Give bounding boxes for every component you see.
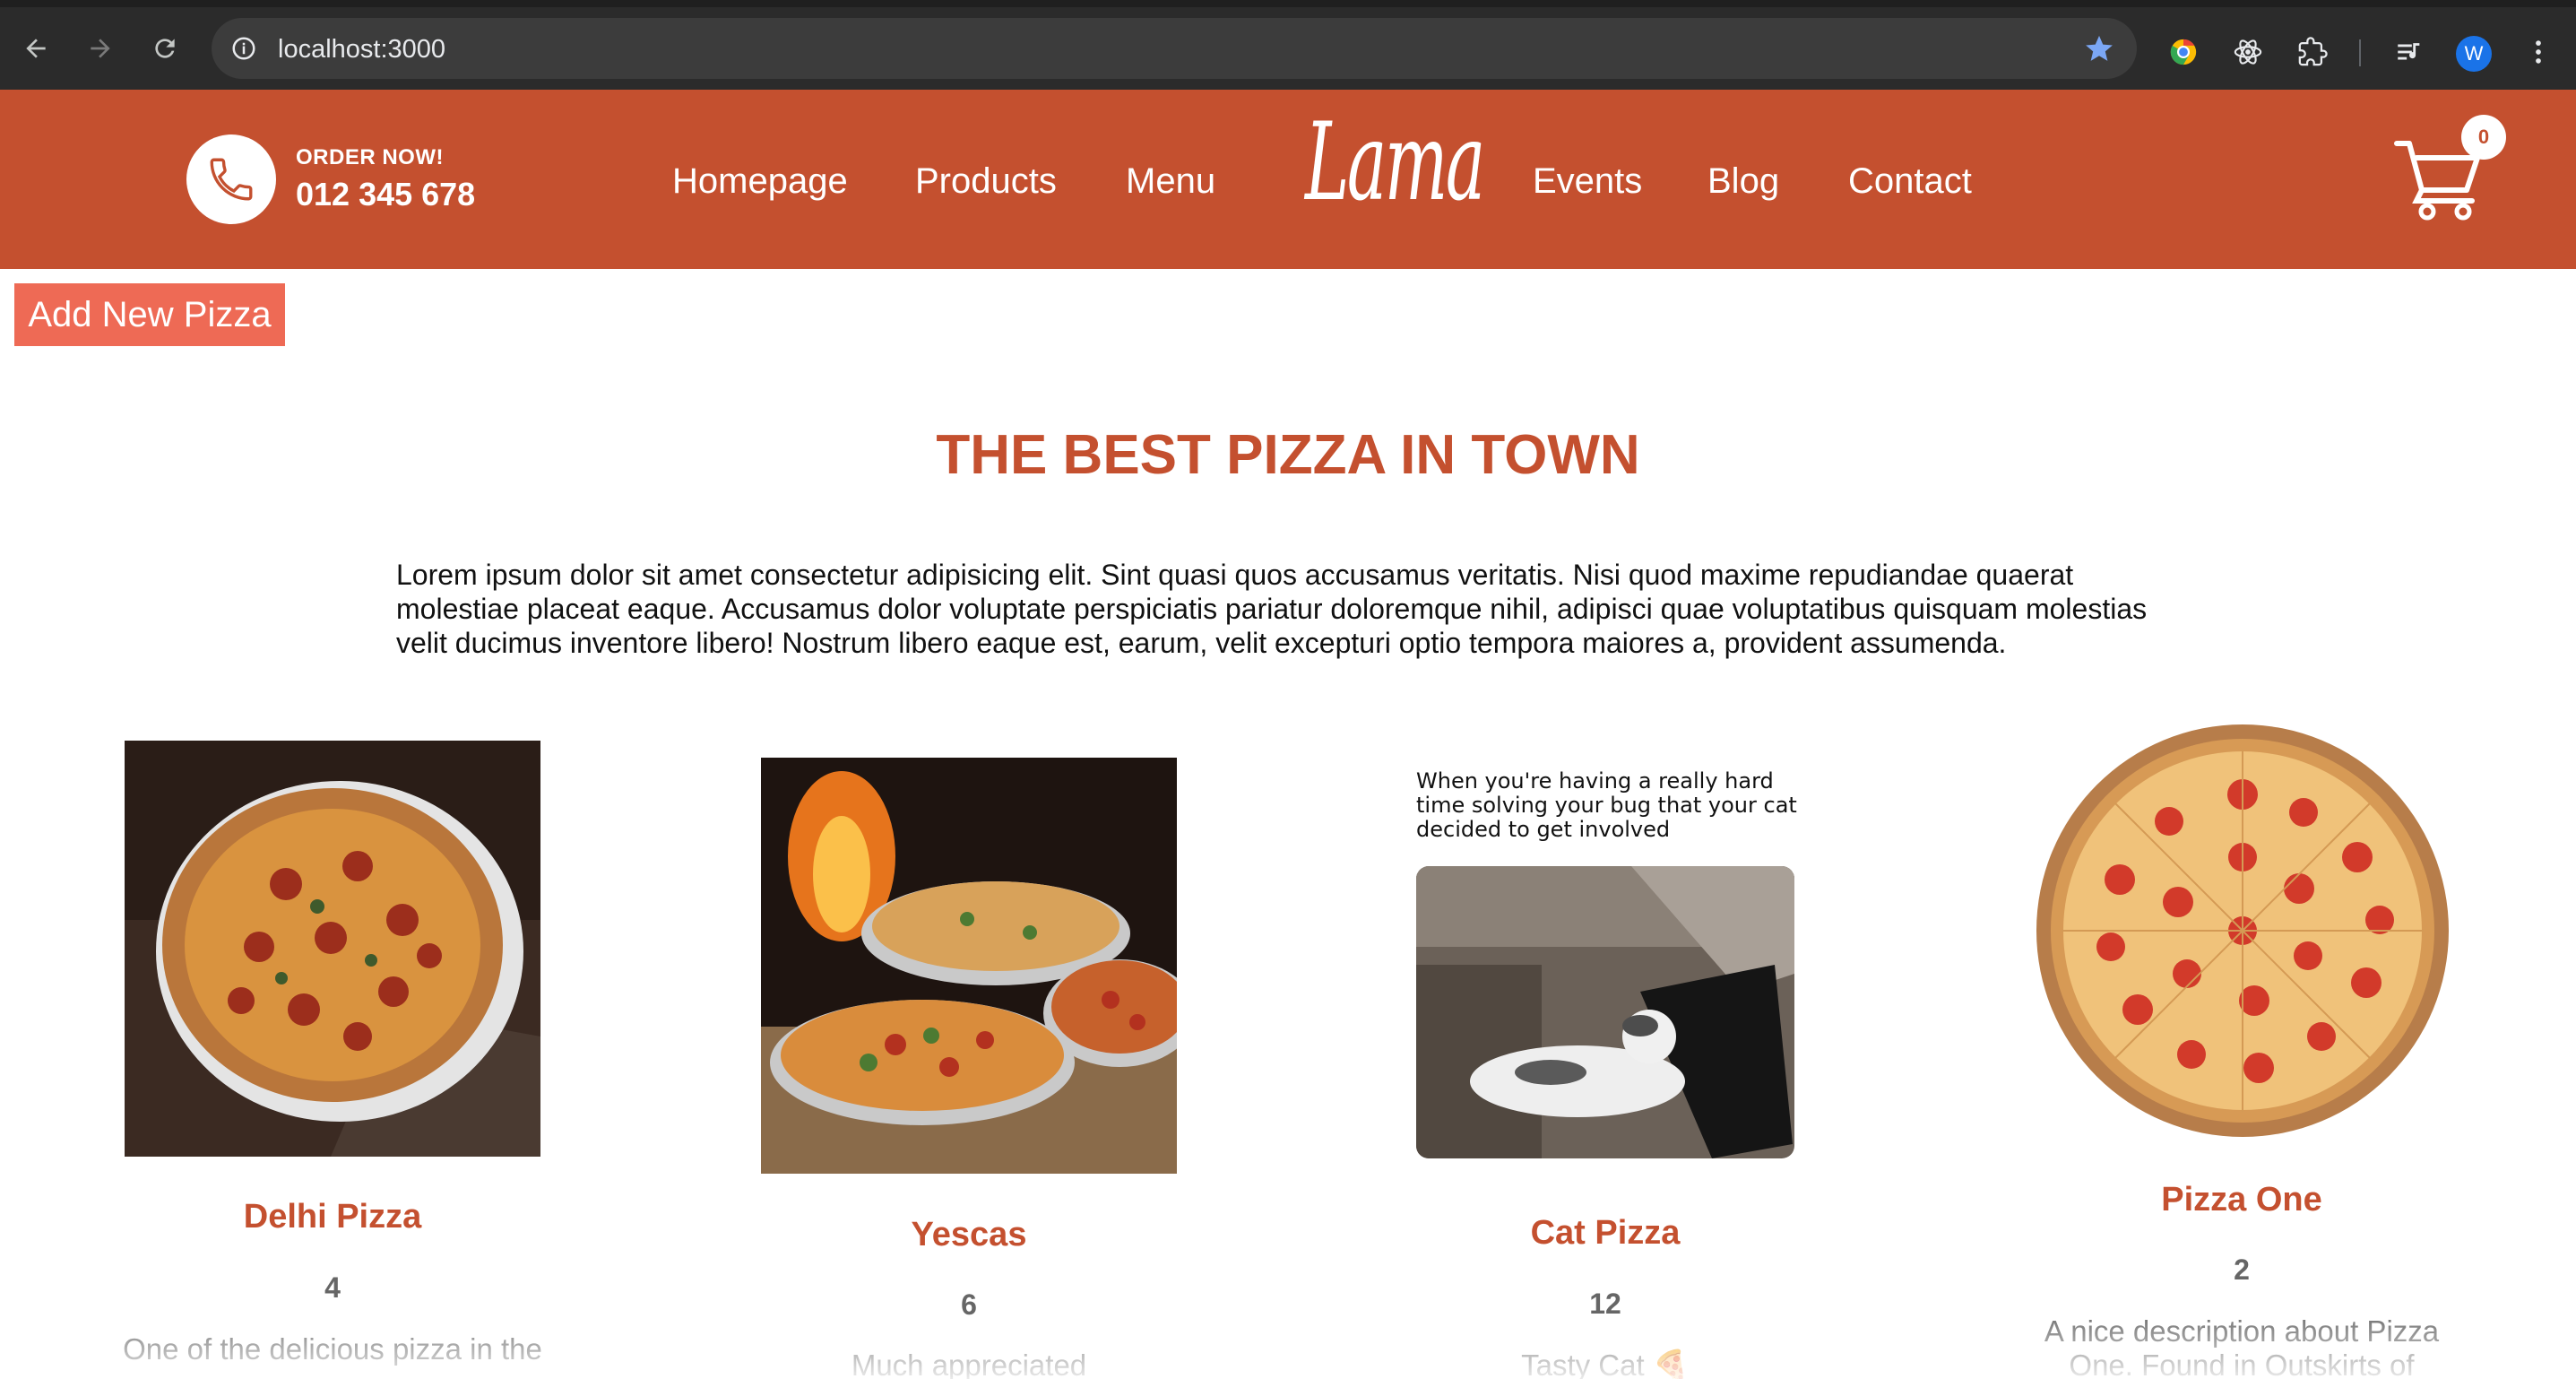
order-phone-number: 012 345 678	[296, 176, 476, 212]
browser-top-strip	[0, 0, 2576, 7]
site-logo[interactable]: Lama	[1305, 99, 1485, 228]
url-text: localhost:3000	[278, 35, 446, 64]
reload-icon	[155, 39, 175, 58]
nav-menu[interactable]: Menu	[1126, 161, 1215, 202]
back-button[interactable]	[14, 27, 57, 70]
forward-button[interactable]	[79, 27, 122, 70]
address-bar[interactable]: localhost:3000	[212, 18, 2137, 79]
toolbar-separator	[2359, 39, 2361, 66]
browser-toolbar: localhost:3000 W	[0, 7, 2576, 90]
nav-homepage[interactable]: Homepage	[672, 161, 848, 202]
cat-pizza-image[interactable]	[1416, 866, 1794, 1158]
arrow-left-icon	[26, 39, 46, 58]
add-new-pizza-button[interactable]: Add New Pizza	[14, 283, 285, 346]
product-price: 12	[1589, 1288, 1621, 1320]
pizza-one-image[interactable]	[2035, 723, 2451, 1139]
media-controls-icon[interactable]	[2391, 34, 2427, 70]
product-description: Tasty Cat 🍕	[1521, 1349, 1690, 1379]
bookmark-star-icon[interactable]	[2081, 30, 2117, 66]
nav-products[interactable]: Products	[915, 161, 1057, 202]
chrome-extension-icon[interactable]	[2165, 34, 2201, 70]
react-devtools-icon[interactable]	[2230, 34, 2266, 70]
profile-avatar[interactable]: W	[2456, 36, 2492, 72]
browser-menu-icon[interactable]	[2520, 34, 2556, 70]
nav-contact[interactable]: Contact	[1848, 161, 1972, 202]
site-header: ORDER NOW! 012 345 678 Homepage Products…	[0, 90, 2576, 269]
product-description: Much appreciated	[851, 1349, 1087, 1379]
arrow-right-icon	[91, 39, 110, 58]
nav-events[interactable]: Events	[1533, 161, 1642, 202]
product-name[interactable]: Delhi Pizza	[64, 1198, 601, 1236]
product-price: 6	[961, 1288, 977, 1321]
product-name[interactable]: Yescas	[700, 1216, 1238, 1254]
delhi-pizza-image[interactable]	[125, 741, 540, 1157]
site-info-icon[interactable]	[226, 30, 262, 66]
product-price: 2	[2234, 1253, 2250, 1286]
phone-icon	[210, 158, 253, 201]
product-name[interactable]: Pizza One	[1973, 1181, 2511, 1219]
extensions-puzzle-icon[interactable]	[2295, 34, 2330, 70]
cart-count-badge: 0	[2461, 115, 2506, 160]
reload-button[interactable]	[143, 27, 186, 70]
order-now-label: ORDER NOW!	[296, 145, 444, 169]
yescas-pizza-image[interactable]	[761, 758, 1177, 1174]
page-title: THE BEST PIZZA IN TOWN	[936, 424, 1640, 486]
product-description: One of the delicious pizza in the	[123, 1332, 542, 1366]
phone-button[interactable]	[186, 134, 276, 224]
nav-blog[interactable]: Blog	[1707, 161, 1779, 202]
product-price: 4	[324, 1271, 341, 1304]
product-name[interactable]: Cat Pizza	[1336, 1214, 1874, 1253]
page-description: Lorem ipsum dolor sit amet consectetur a…	[396, 559, 2148, 659]
meme-caption: When you're having a really hard time so…	[1416, 768, 1797, 842]
product-description: A nice description about Pizza One. Foun…	[2044, 1314, 2440, 1379]
